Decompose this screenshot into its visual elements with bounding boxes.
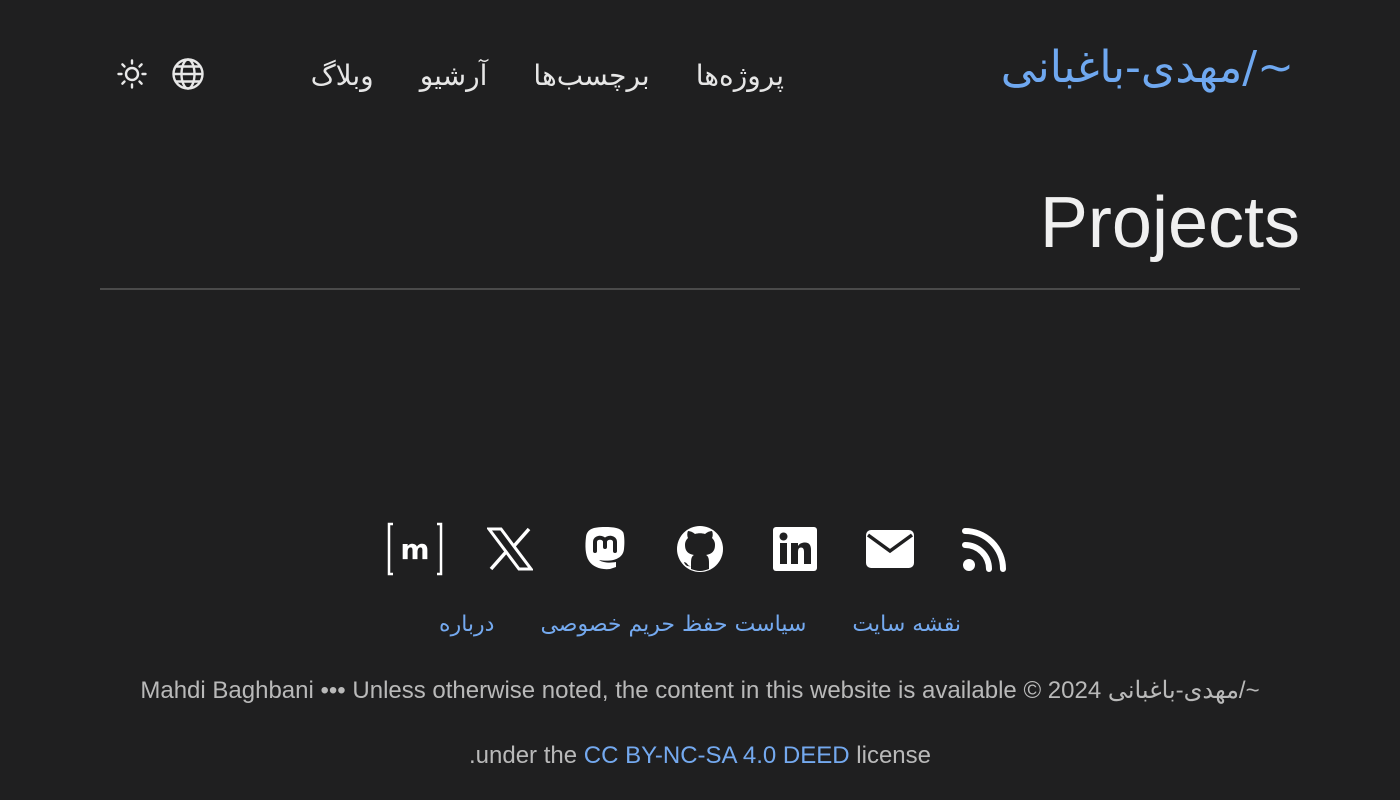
x-link[interactable]: [481, 520, 539, 578]
main-nav: وبلاگ آرشیو برچسب‌ها پروژه‌ها: [311, 56, 784, 96]
footer-link-sitemap[interactable]: نقشه سایت: [852, 612, 961, 637]
github-link[interactable]: [671, 520, 729, 578]
license-prefix: .under the: [468, 742, 578, 769]
site-title-link[interactable]: ~/مهدی-باغبانی: [1001, 46, 1294, 90]
copyright-line: Mahdi Baghbani ••• Unless otherwise note…: [0, 676, 1400, 705]
nav-item-blog[interactable]: وبلاگ: [311, 62, 374, 90]
nav-item-archive[interactable]: آرشیو: [420, 62, 488, 90]
footer-link-privacy[interactable]: سیاست حفظ حریم خصوصی: [540, 612, 806, 637]
rss-link[interactable]: [956, 520, 1014, 578]
svg-text:m: m: [400, 533, 429, 566]
footer-links: درباره سیاست حفظ حریم خصوصی نقشه سایت: [0, 612, 1400, 637]
github-icon: [677, 526, 723, 572]
globe-icon: [172, 58, 204, 90]
license-link[interactable]: CC BY-NC-SA 4.0 DEED: [584, 742, 850, 769]
matrix-icon: m: [387, 522, 443, 576]
nav-item-projects[interactable]: پروژه‌ها: [696, 62, 784, 90]
copyright-author: Mahdi Baghbani: [140, 677, 314, 704]
language-button[interactable]: [168, 56, 208, 92]
title-divider: [100, 288, 1300, 290]
mastodon-icon: [585, 527, 625, 570]
rss-icon: [962, 528, 1006, 572]
matrix-link[interactable]: m: [386, 520, 444, 578]
email-link[interactable]: [861, 520, 919, 578]
mail-icon: [866, 530, 914, 568]
footer-link-about[interactable]: درباره: [439, 612, 494, 637]
copyright-year: © 2024: [1023, 677, 1102, 704]
copyright-license-prefix: Unless otherwise noted, the content in t…: [352, 677, 892, 704]
license-line: .under the CC BY-NC-SA 4.0 DEED license: [0, 742, 1400, 770]
copyright-available: is available: [898, 677, 1017, 704]
linkedin-icon: [773, 527, 817, 571]
nav-item-tags[interactable]: برچسب‌ها: [533, 62, 649, 90]
x-icon: [487, 527, 533, 571]
license-suffix: license: [856, 742, 932, 769]
social-links: m: [0, 520, 1400, 578]
page: ~/مهدی-باغبانی وبلاگ آرشیو برچسب‌ها پروژ…: [0, 0, 1400, 800]
copyright-separator: •••: [320, 677, 346, 704]
sun-icon: [117, 59, 147, 89]
copyright-site: ~/مهدی-باغبانی: [1107, 677, 1260, 704]
mastodon-link[interactable]: [576, 520, 634, 578]
theme-toggle-button[interactable]: [112, 56, 152, 92]
linkedin-link[interactable]: [766, 520, 824, 578]
page-title: Projects: [1039, 183, 1300, 263]
header-icons: [112, 56, 208, 92]
